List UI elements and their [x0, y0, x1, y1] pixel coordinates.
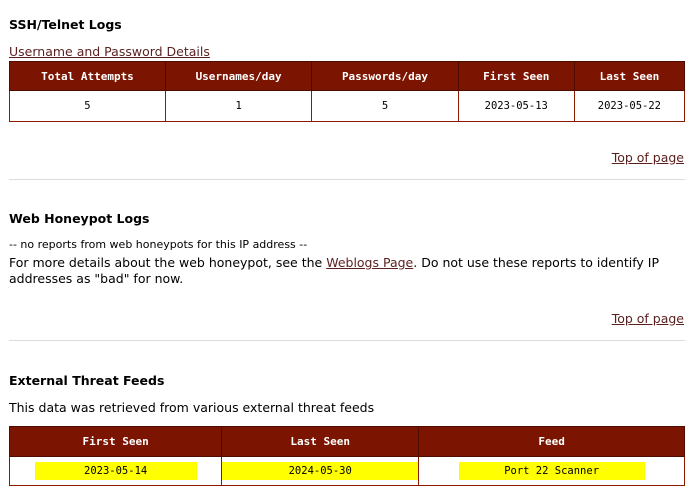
web-honeypot-details-text: For more details about the web honeypot,… [9, 255, 669, 287]
cell-last-seen: 2024-05-30 [221, 456, 420, 486]
feeds-table-header-row: First Seen Last Seen Feed [8, 426, 685, 457]
top-of-page-link[interactable]: Top of page [612, 311, 684, 326]
header-total-attempts: Total Attempts [9, 61, 166, 91]
header-first-seen: First Seen [457, 61, 575, 91]
cell-first-seen: 2023-05-14 [8, 456, 223, 486]
cell-total-attempts: 5 [9, 90, 166, 122]
highlighted-value: 2024-05-30 [222, 462, 419, 480]
ssh-stats-table: Total Attempts Usernames/day Passwords/d… [9, 61, 686, 122]
username-password-details-link[interactable]: Username and Password Details [9, 44, 210, 59]
highlighted-value: Port 22 Scanner [458, 462, 645, 480]
header-feed: Feed [418, 426, 685, 457]
top-of-page-link[interactable]: Top of page [612, 150, 684, 165]
table-row: 2023-05-14 2024-05-30 Port 22 Scanner [8, 456, 685, 486]
header-last-seen: Last Seen [221, 426, 420, 457]
table-row: 5 1 5 2023-05-13 2023-05-22 [9, 90, 686, 122]
details-prefix: For more details about the web honeypot,… [9, 255, 327, 270]
cell-passwords-per-day: 5 [311, 90, 459, 122]
highlighted-value: 2023-05-14 [34, 462, 197, 480]
header-first-seen: First Seen [8, 426, 223, 457]
header-usernames-per-day: Usernames/day [164, 61, 313, 91]
weblogs-page-link[interactable]: Weblogs Page [326, 255, 413, 270]
external-feeds-description: This data was retrieved from various ext… [9, 400, 375, 415]
cell-feed: Port 22 Scanner [418, 456, 685, 486]
no-reports-text: -- no reports from web honeypots for thi… [9, 238, 308, 251]
header-passwords-per-day: Passwords/day [311, 61, 459, 91]
section-divider [9, 340, 685, 341]
cell-usernames-per-day: 1 [164, 90, 313, 122]
web-honeypot-section-title: Web Honeypot Logs [9, 211, 150, 226]
cell-last-seen: 2023-05-22 [573, 90, 686, 122]
external-feeds-section-title: External Threat Feeds [9, 373, 165, 388]
cell-first-seen: 2023-05-13 [457, 90, 575, 122]
section-divider [9, 179, 685, 180]
ssh-table-header-row: Total Attempts Usernames/day Passwords/d… [9, 61, 686, 91]
ssh-section-title: SSH/Telnet Logs [9, 17, 122, 32]
header-last-seen: Last Seen [573, 61, 686, 91]
external-feeds-table: First Seen Last Seen Feed 2023-05-14 202… [8, 426, 685, 486]
